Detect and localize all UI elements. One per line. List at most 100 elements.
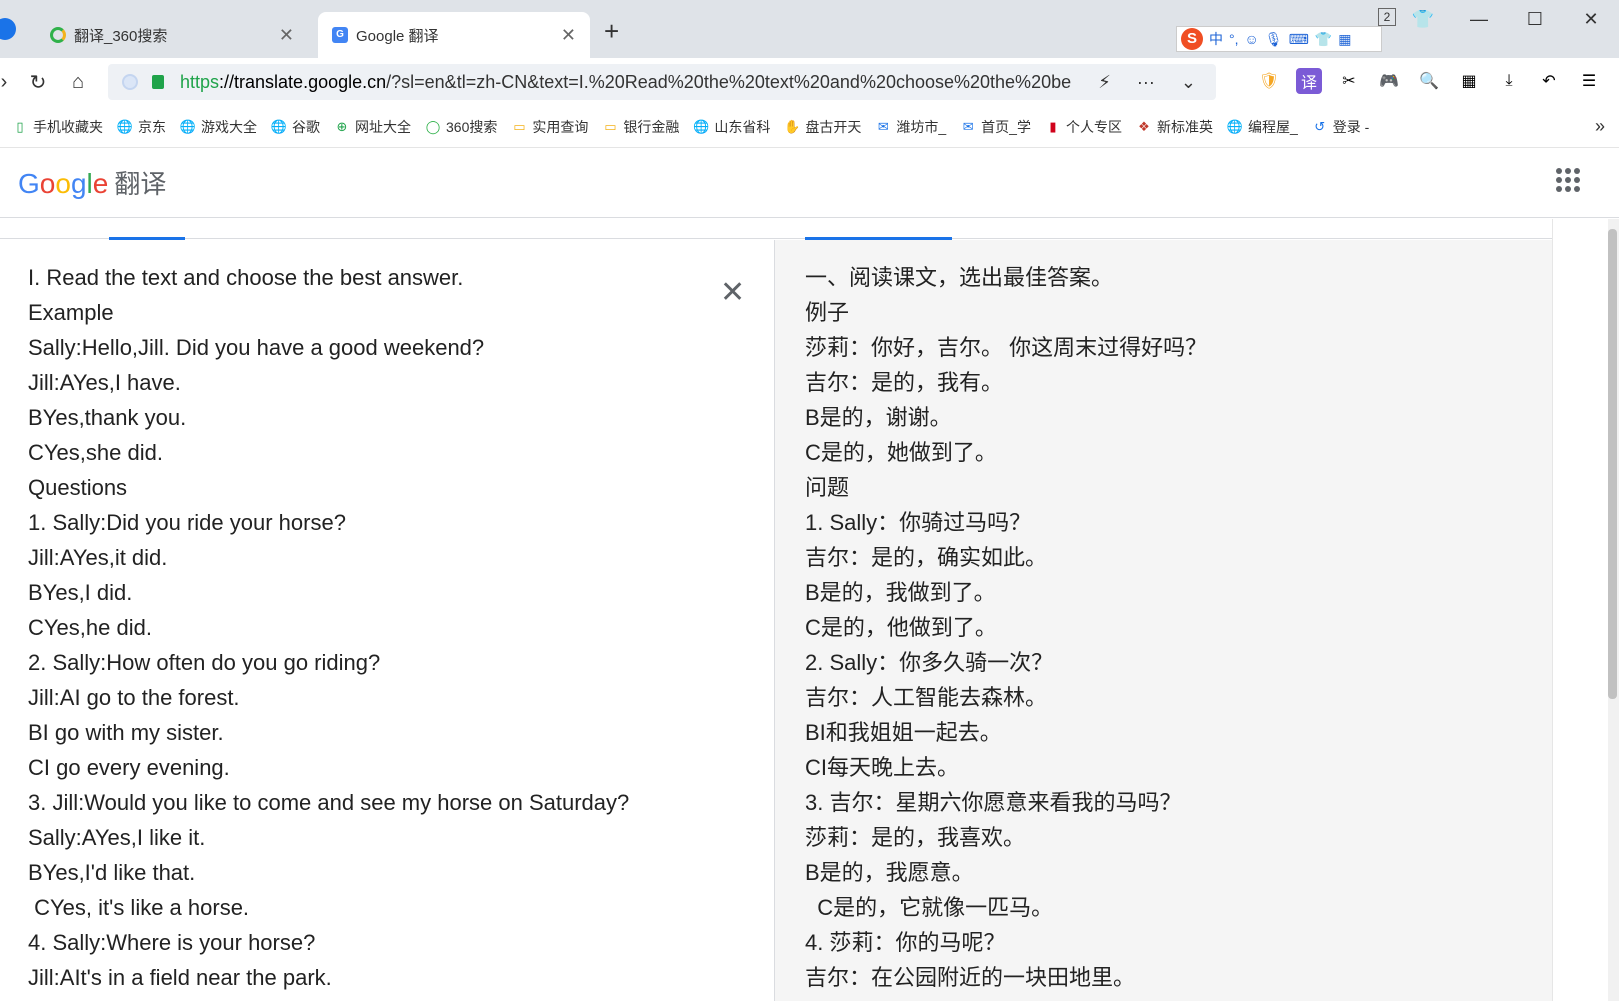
lock-icon[interactable] (152, 75, 164, 89)
skin-shirt-icon[interactable]: 👕 (1395, 0, 1451, 38)
source-line: 4. Sally:Where is your horse? (28, 930, 316, 955)
shield-badge-icon[interactable]: 🛡 (1256, 68, 1282, 94)
bookmark-item[interactable]: ✉ 潍坊市_ (875, 117, 946, 137)
360-search-icon: ◯ (425, 118, 441, 134)
globe-icon: 🌐 (179, 118, 197, 134)
search-icon[interactable]: 🔍 (1416, 68, 1442, 94)
source-line: BYes,I'd like that. (28, 860, 196, 885)
more-bookmarks-icon[interactable]: » (1595, 116, 1605, 137)
target-line: 一、阅读课文，选出最佳答案。 (805, 265, 1114, 290)
source-line: CI go every evening. (28, 755, 230, 780)
bookmark-folder[interactable]: ▭ 银行金融 (602, 117, 679, 137)
scissors-icon[interactable]: ✂ (1336, 68, 1362, 94)
target-line: BI和我姐姐一起去。 (805, 720, 1002, 745)
keyboard-icon[interactable]: ⌨ (1289, 31, 1309, 48)
translate-icon[interactable]: 译 (1296, 68, 1322, 94)
globe-icon: 🌐 (1226, 118, 1244, 134)
target-line: 1. Sally：你骑过马吗？ (805, 510, 1032, 535)
punctuation-icon[interactable]: °, (1229, 31, 1239, 47)
source-line: Questions (28, 475, 128, 500)
building-icon: ▮ (1049, 118, 1057, 134)
source-line: BI go with my sister. (28, 720, 224, 745)
bookmark-item[interactable]: ↺ 登录 - (1312, 117, 1369, 137)
skin-icon[interactable]: 👕 (1315, 31, 1332, 48)
product-name: 翻译 (114, 169, 167, 199)
lightning-icon[interactable]: ⚡ (1098, 72, 1111, 93)
bookmark-item[interactable]: 🌐 编程屋_ (1227, 117, 1298, 137)
close-window-icon[interactable]: ✕ (1563, 0, 1619, 38)
toolbox-icon[interactable]: ▦ (1338, 31, 1351, 48)
more-icon[interactable]: ··· (1137, 72, 1155, 93)
source-line: Jill:AYes,it did. (28, 545, 168, 570)
minimize-icon[interactable]: — (1451, 0, 1507, 38)
source-line: I. Read the text and choose the best ans… (28, 265, 464, 290)
home-icon[interactable]: ⌂ (64, 68, 92, 96)
emoji-icon[interactable]: ☺ (1245, 31, 1259, 47)
source-line: 1. Sally:Did you ride your horse? (28, 510, 346, 535)
bookmark-folder[interactable]: ▭ 实用查询 (511, 117, 588, 137)
window-controls: 👕 — ☐ ✕ (1395, 0, 1619, 38)
maximize-icon[interactable]: ☐ (1507, 0, 1563, 38)
navigation-toolbar: › ↻ ⌂ https://translate.google.cn/?sl=en… (0, 58, 1619, 106)
source-line: Sally:Hello,Jill. Did you have a good we… (28, 335, 485, 360)
bookmark-item[interactable]: 🌐 山东省科 (693, 117, 770, 137)
bookmark-item[interactable]: ✋ 盘古开天 (784, 117, 861, 137)
address-bar[interactable]: https://translate.google.cn/?sl=en&tl=zh… (108, 64, 1216, 100)
source-line: CYes,he did. (28, 615, 152, 640)
ime-mode-label[interactable]: 中 (1209, 29, 1223, 49)
close-tab-icon[interactable]: ✕ (561, 26, 576, 44)
bookmark-item[interactable]: ▮ 个人专区 (1045, 117, 1122, 137)
ime-toolbar[interactable]: S 中 °, ☺ 🎙 ⌨ 👕 ▦ (1176, 26, 1382, 52)
forward-icon[interactable]: › (0, 68, 18, 96)
target-line: C是的，它就像一匹马。 (805, 895, 1054, 920)
google-translate-logo[interactable]: Google 翻译 (18, 164, 166, 201)
globe-icon: 🌐 (693, 118, 710, 134)
bookmark-item[interactable]: ❖ 新标准英 (1136, 117, 1213, 137)
undo-icon[interactable]: ↶ (1536, 68, 1562, 94)
source-textarea[interactable]: I. Read the text and choose the best ans… (28, 260, 629, 995)
target-line: 问题 (805, 475, 850, 500)
download-icon[interactable]: ⤓ (1496, 68, 1522, 94)
translation-pane: 一、阅读课文，选出最佳答案。 例子 莎莉：你好，吉尔。 你这周末过得好吗？ 吉尔：是的… (774, 240, 1552, 1001)
bookmark-item[interactable]: 🌐 游戏大全 (180, 117, 257, 137)
apps-icon[interactable]: ▦ (1456, 68, 1482, 94)
target-line: 吉尔：是的，确实如此。 (805, 545, 1048, 570)
target-line: 吉尔：在公园附近的一块田地里。 (805, 965, 1136, 990)
source-line: 3. Jill:Would you like to come and see m… (28, 790, 630, 815)
reload-icon[interactable]: ↻ (24, 68, 52, 96)
close-tab-icon[interactable]: ✕ (279, 26, 294, 44)
target-line: 4. 莎莉：你的马呢？ (805, 930, 1006, 955)
translation-output: 一、阅读课文，选出最佳答案。 例子 莎莉：你好，吉尔。 你这周末过得好吗？ 吉尔：是的… (805, 260, 1207, 995)
tab-count-badge[interactable]: 2 (1378, 8, 1396, 26)
bookmark-item[interactable]: ✉ 首页_学 (960, 117, 1031, 137)
bookmark-item[interactable]: 🌐 京东 (117, 117, 166, 137)
globe-icon: 🌐 (270, 118, 288, 134)
source-line: BYes,thank you. (28, 405, 187, 430)
bookmark-item[interactable]: ◯ 360搜索 (425, 117, 498, 137)
target-line: 吉尔：是的，我有。 (805, 370, 1004, 395)
scrollbar-thumb[interactable] (1608, 229, 1617, 699)
microphone-icon[interactable]: 🎙 (1265, 31, 1283, 48)
google-apps-icon[interactable] (1556, 168, 1580, 192)
source-line: BYes,I did. (28, 580, 133, 605)
source-text-pane[interactable]: I. Read the text and choose the best ans… (0, 240, 774, 1001)
browser-menu-icon[interactable] (0, 18, 16, 40)
menu-icon[interactable]: ☰ (1576, 68, 1602, 94)
page-scrollbar[interactable] (1608, 219, 1619, 1001)
tab-google-translate[interactable]: G Google 翻译 ✕ (318, 12, 590, 58)
hand-icon: ✋ (784, 118, 801, 134)
source-line: CYes, it's like a horse. (28, 895, 250, 920)
bookmark-item[interactable]: 🌐 谷歌 (271, 117, 320, 137)
new-tab-button[interactable]: + (604, 16, 619, 47)
plus-circle-icon: ⊕ (336, 118, 348, 134)
bookmark-item[interactable]: ⊕ 网址大全 (334, 117, 411, 137)
url-text[interactable]: https://translate.google.cn/?sl=en&tl=zh… (180, 72, 1110, 93)
security-shield-icon[interactable] (122, 74, 138, 90)
tab-title: 翻译_360搜索 (74, 27, 168, 45)
clear-text-icon[interactable]: ✕ (720, 278, 745, 308)
game-icon[interactable]: 🎮 (1376, 68, 1402, 94)
target-line: 莎莉：是的，我喜欢。 (805, 825, 1026, 850)
chevron-down-icon[interactable]: ⌄ (1181, 72, 1196, 93)
tab-360-search[interactable]: 翻译_360搜索 ✕ (36, 12, 308, 58)
bookmark-item[interactable]: ▯ 手机收藏夹 (12, 117, 103, 137)
